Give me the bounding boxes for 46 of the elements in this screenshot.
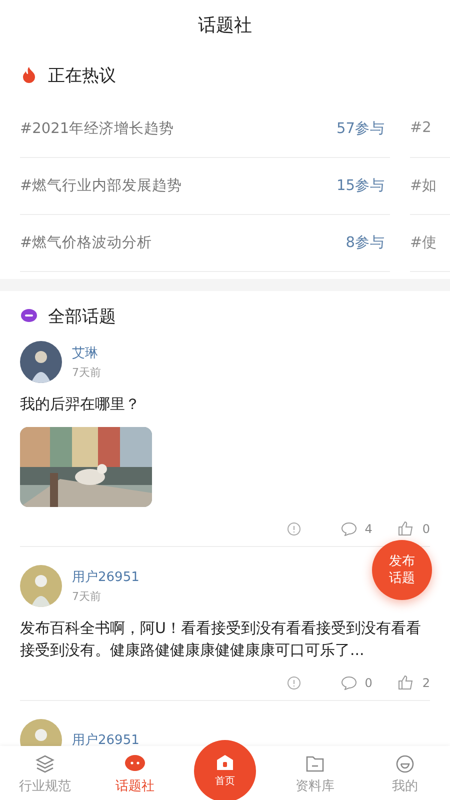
participant-count: 15参与 bbox=[336, 176, 385, 194]
nav-tab[interactable]: 行业规范 bbox=[0, 746, 90, 800]
section-title: 全部话题 bbox=[48, 306, 116, 328]
comment-icon[interactable] bbox=[340, 522, 357, 536]
hot-topic-item[interactable]: #燃气行业内部发展趋势 15参与 bbox=[20, 156, 390, 214]
topic-title: #燃气行业内部发展趋势 bbox=[20, 176, 182, 194]
participant-count: 57参与 bbox=[336, 120, 385, 138]
user-name[interactable]: 艾琳 bbox=[72, 344, 101, 362]
post-time: 7天前 bbox=[72, 589, 102, 604]
page-title: 话题社 bbox=[197, 14, 253, 38]
layers-icon bbox=[35, 754, 55, 774]
nav-tab[interactable]: 我的 bbox=[360, 746, 450, 800]
comment-count: 0 bbox=[364, 676, 372, 690]
report-icon[interactable] bbox=[286, 522, 301, 536]
comment-count: 4 bbox=[364, 522, 372, 536]
topic-title: #燃气价格波动分析 bbox=[20, 234, 152, 252]
nav-tab[interactable]: 资料库 bbox=[270, 746, 360, 800]
flame-icon bbox=[20, 66, 38, 84]
home-icon bbox=[216, 754, 234, 770]
folder-icon bbox=[305, 754, 325, 774]
home-tab[interactable]: 首页 bbox=[194, 740, 256, 800]
like-count: 0 bbox=[422, 522, 430, 536]
hot-topic-item[interactable]: #燃气价格波动分析 8参与 bbox=[20, 214, 390, 272]
section-title: 正在热议 bbox=[48, 64, 116, 86]
topic-title: #如 bbox=[410, 176, 438, 194]
post-time: 7天前 bbox=[72, 365, 101, 380]
post-text: 我的后羿在哪里？ bbox=[20, 394, 141, 415]
chat-bubble-icon bbox=[20, 307, 38, 325]
participant-count: 8参与 bbox=[346, 234, 385, 252]
smile-icon bbox=[395, 754, 415, 774]
topic-title: #2 bbox=[410, 120, 432, 136]
thumbs-up-icon[interactable] bbox=[398, 675, 414, 690]
topic-title: #2021年经济增长趋势 bbox=[20, 120, 174, 138]
user-name[interactable]: 用户26951 bbox=[72, 568, 140, 586]
like-count: 2 bbox=[422, 676, 430, 690]
topic-title: #使 bbox=[410, 234, 438, 252]
report-icon[interactable] bbox=[286, 676, 301, 690]
chat-bubble-icon bbox=[124, 754, 146, 774]
post-text: 发布百科全书啊，阿U！看看接受到没有看看接受到没有看看接受到没有。健康路健健康康健健康康可口可乐了... bbox=[20, 618, 422, 661]
user-avatar[interactable] bbox=[20, 341, 62, 383]
user-name[interactable]: 用户26951 bbox=[72, 731, 140, 746]
post-topic-button[interactable]: 发布 话题 bbox=[372, 540, 432, 600]
thumbs-up-icon[interactable] bbox=[398, 521, 414, 536]
hot-topic-item[interactable]: #2021年经济增长趋势 57参与 bbox=[20, 100, 390, 158]
nav-tab[interactable]: 话题社 bbox=[90, 746, 180, 800]
comment-icon[interactable] bbox=[340, 676, 357, 690]
